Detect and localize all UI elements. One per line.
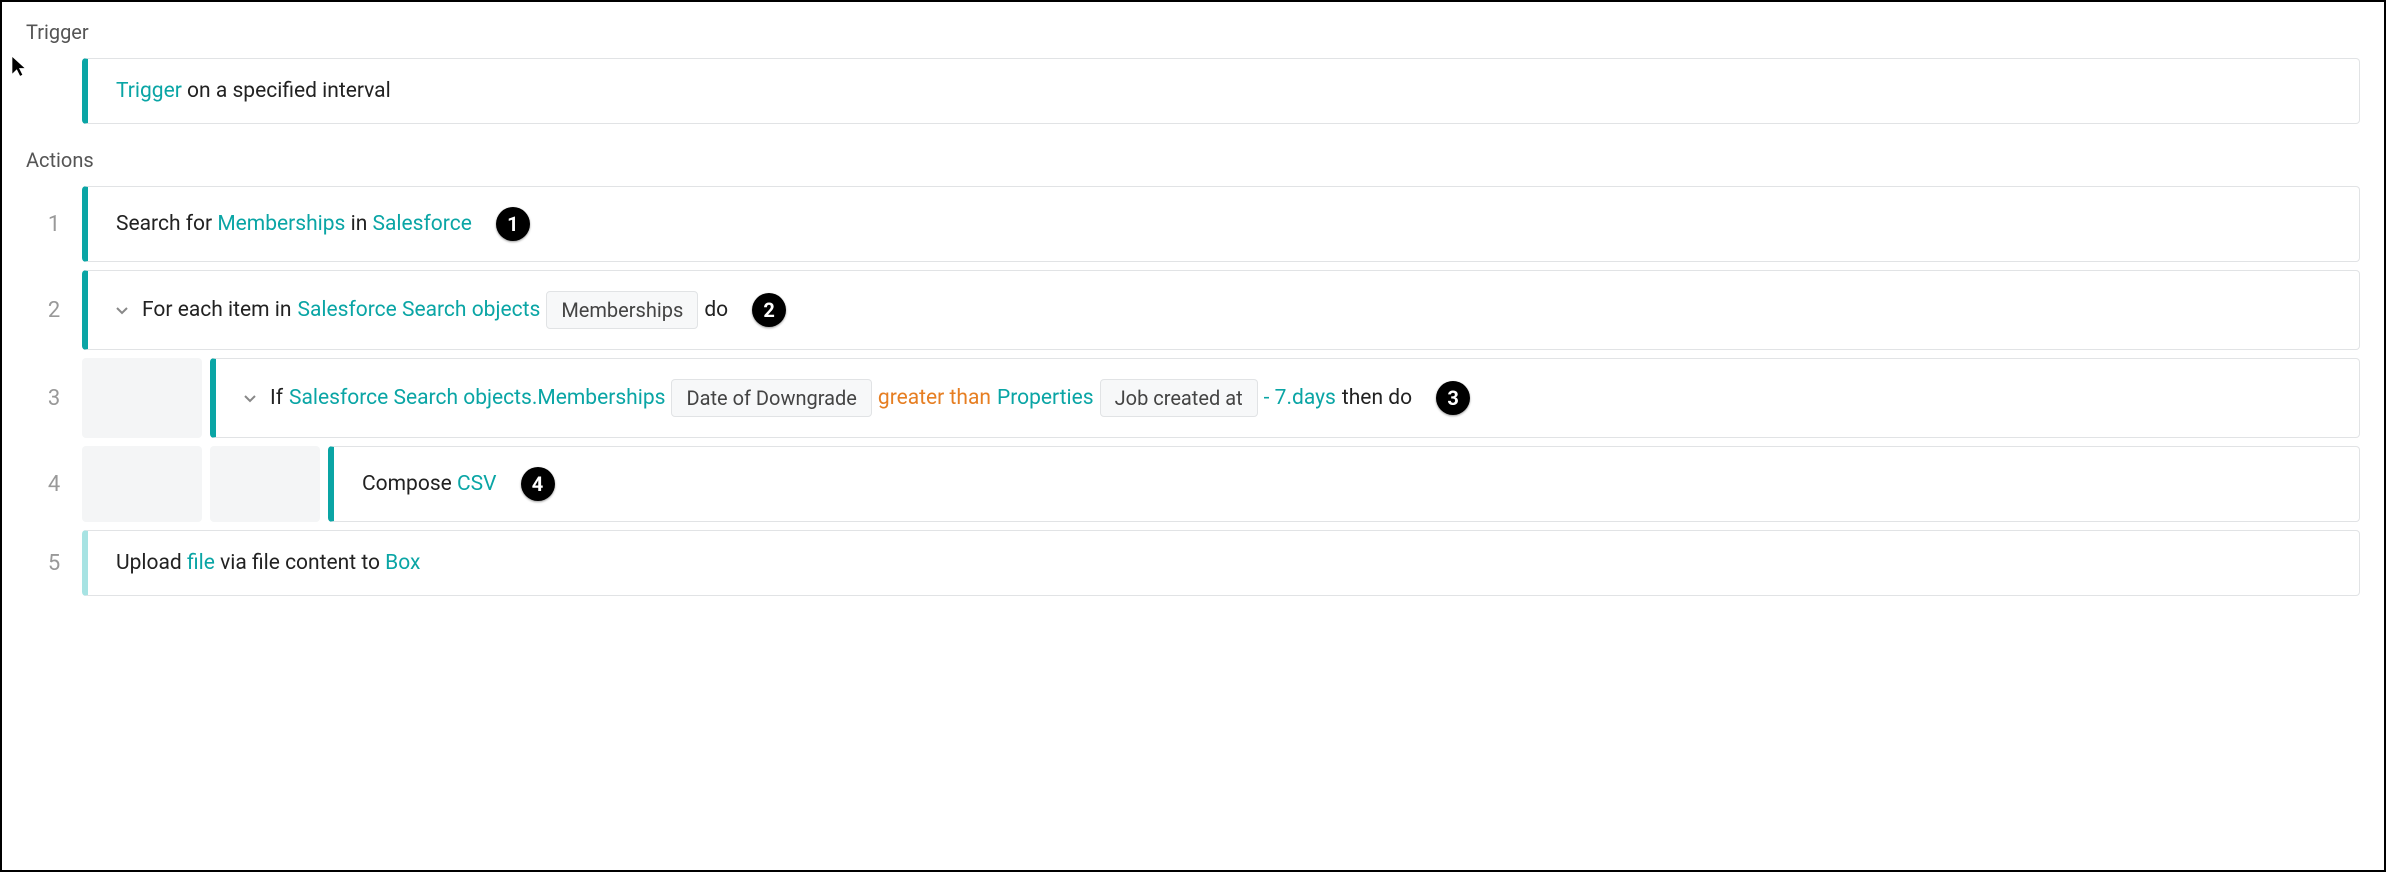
operator-greater-than[interactable]: greater than	[878, 386, 991, 410]
action-card-foreach[interactable]: For each item in Salesforce Search objec…	[82, 270, 2360, 350]
step-number: 2	[26, 270, 82, 350]
action-row-3: 3 If Salesforce Search objects.Membershi…	[26, 358, 2360, 438]
action-row-5: 5 Upload file via file content to Box	[26, 530, 2360, 596]
step-number: 5	[26, 530, 82, 596]
actions-section-label: Actions	[26, 148, 2360, 172]
file-link[interactable]: file	[187, 551, 215, 575]
action-card-search[interactable]: Search for Memberships in Salesforce 1	[82, 186, 2360, 262]
action-card-upload[interactable]: Upload file via file content to Box	[82, 530, 2360, 596]
annotation-badge-4: 4	[521, 467, 555, 501]
trigger-row: Trigger on a specified interval	[26, 58, 2360, 124]
trigger-text: on a specified interval	[182, 79, 391, 103]
trigger-link[interactable]: Trigger	[116, 79, 182, 103]
action-row-2: 2 For each item in Salesforce Search obj…	[26, 270, 2360, 350]
indent-block	[82, 446, 202, 522]
action-card-if[interactable]: If Salesforce Search objects.Memberships…	[210, 358, 2360, 438]
text-mid: via file content to	[215, 551, 385, 575]
annotation-badge-1: 1	[496, 207, 530, 241]
indent-block	[82, 358, 202, 438]
text-prefix: If	[270, 386, 283, 410]
text-prefix: For each item in	[142, 298, 291, 322]
date-of-downgrade-pill[interactable]: Date of Downgrade	[671, 379, 871, 417]
memberships-pill[interactable]: Memberships	[546, 291, 698, 329]
step-number: 4	[26, 446, 82, 522]
text-mid: in	[345, 212, 372, 236]
properties-link[interactable]: Properties	[997, 386, 1094, 410]
action-card-compose[interactable]: Compose CSV 4	[328, 446, 2360, 522]
chevron-down-icon[interactable]	[244, 392, 258, 404]
chevron-down-icon[interactable]	[116, 304, 130, 316]
step-number: 3	[26, 358, 82, 438]
job-created-at-pill[interactable]: Job created at	[1100, 379, 1258, 417]
salesforce-search-objects-link[interactable]: Salesforce Search objects	[297, 298, 540, 322]
indent-block-2	[210, 446, 320, 522]
trigger-card[interactable]: Trigger on a specified interval	[82, 58, 2360, 124]
annotation-badge-2: 2	[752, 293, 786, 327]
offset-value[interactable]: - 7.days	[1264, 386, 1336, 410]
salesforce-link[interactable]: Salesforce	[373, 212, 472, 236]
step-num-spacer	[26, 58, 82, 124]
text-suffix: then do	[1342, 386, 1412, 410]
text-suffix: do	[704, 298, 728, 322]
action-row-1: 1 Search for Memberships in Salesforce 1	[26, 186, 2360, 262]
action-row-4: 4 Compose CSV 4	[26, 446, 2360, 522]
salesforce-memberships-link[interactable]: Salesforce Search objects.Memberships	[289, 386, 665, 410]
text-prefix: Compose	[362, 472, 457, 496]
trigger-section-label: Trigger	[26, 20, 2360, 44]
box-link[interactable]: Box	[385, 551, 420, 575]
mouse-cursor-icon	[12, 57, 26, 82]
memberships-link[interactable]: Memberships	[217, 212, 345, 236]
annotation-badge-3: 3	[1436, 381, 1470, 415]
text-prefix: Upload	[116, 551, 187, 575]
text-prefix: Search for	[116, 212, 217, 236]
csv-link[interactable]: CSV	[457, 472, 497, 496]
step-number: 1	[26, 186, 82, 262]
